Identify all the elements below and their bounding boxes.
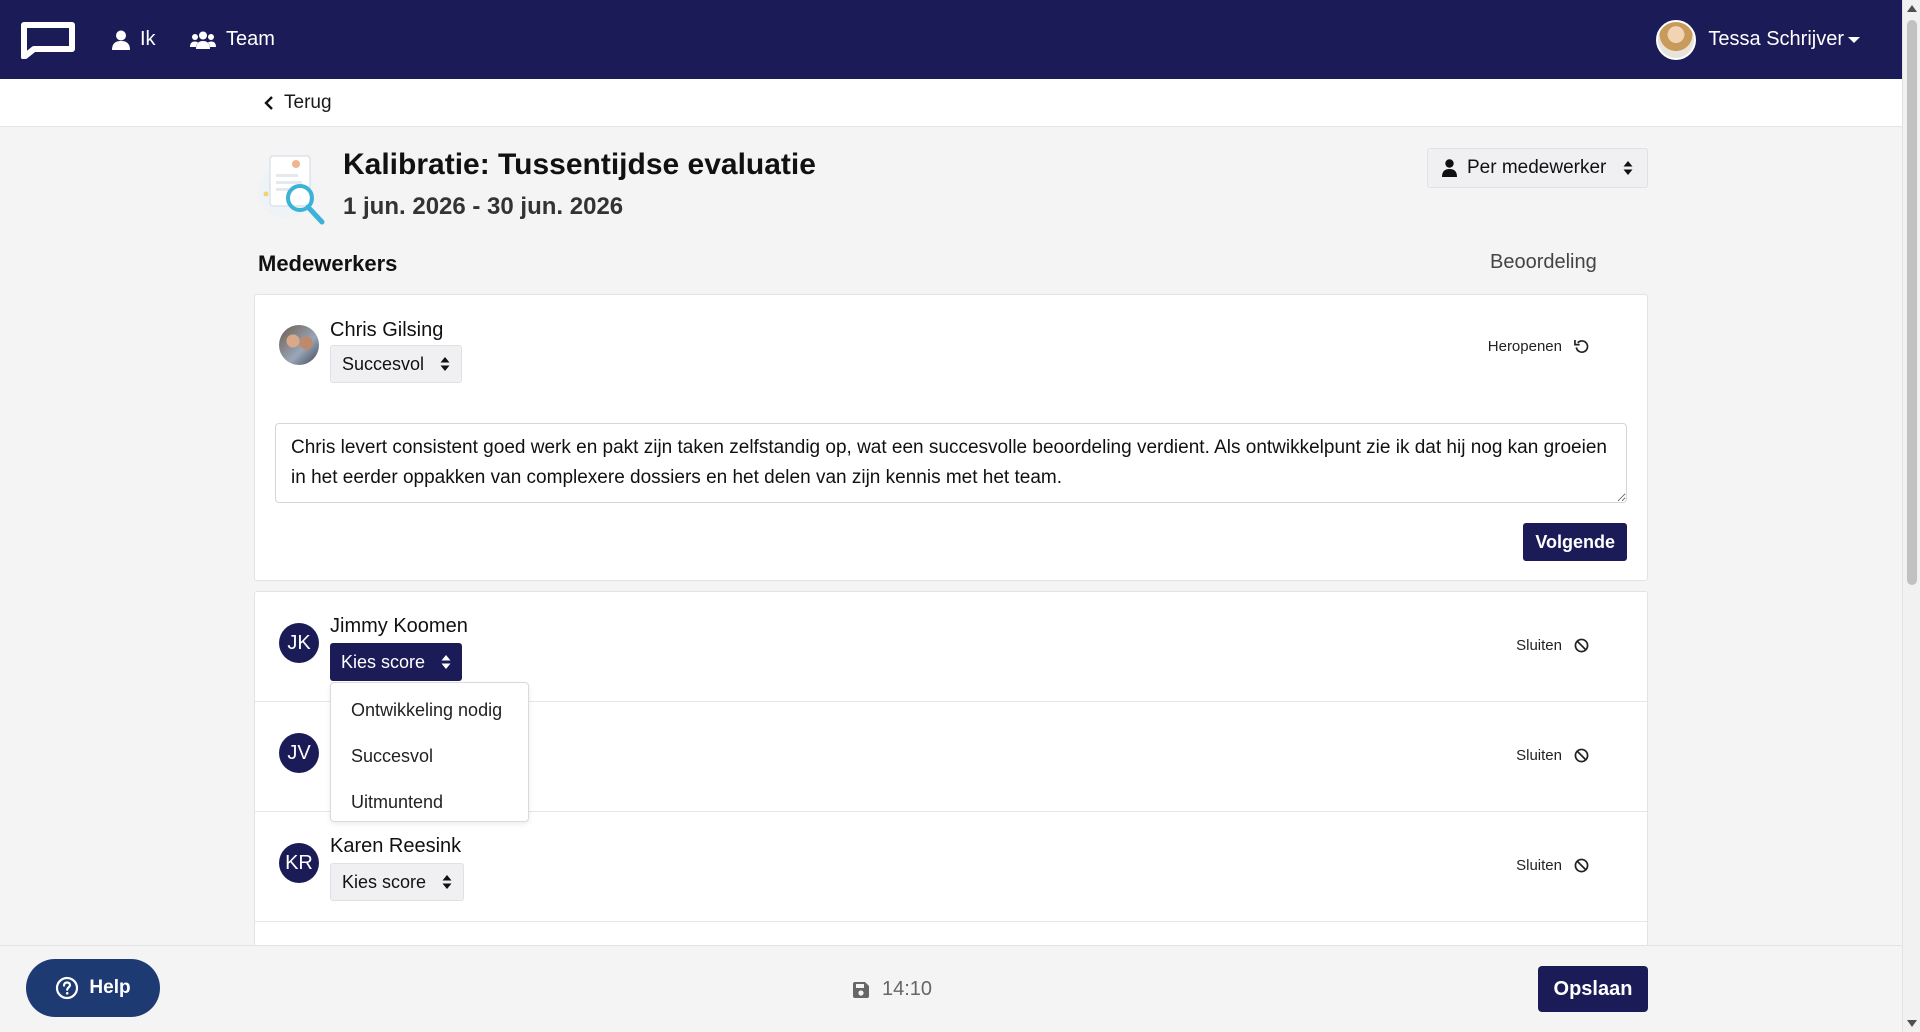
score-dropdown-menu: Ontwikkeling nodig Succesvol Uitmuntend [330,682,529,822]
nav-item-label: Team [226,28,275,50]
score-select[interactable]: Succesvol [330,345,463,383]
help-label: Help [89,977,131,998]
score-select-label: Succesvol [342,353,425,374]
sort-icon [441,655,451,669]
page-title: Kalibratie: Tussentijdse evaluatie [343,148,816,181]
top-navigation: Ik Team Tessa Schrijver [0,0,1902,79]
user-icon [1442,159,1457,177]
employee-name: Karen Reesink [330,835,462,857]
reopen-label: Heropenen [1487,338,1562,355]
score-select-label: Kies score [342,871,427,892]
view-mode-label: Per medewerker [1467,157,1607,178]
ban-icon [1574,858,1589,873]
section-title: Medewerkers [258,251,398,276]
user-menu[interactable]: Tessa Schrijver [1656,0,1860,79]
user-icon [112,30,130,50]
nav-item-label: Ik [140,28,156,50]
users-icon [190,31,216,49]
app-logo-icon[interactable] [18,19,78,59]
employee-name: Chris Gilsing [330,319,444,341]
view-mode-select[interactable]: Per medewerker [1427,148,1648,188]
avatar: JK [279,623,319,663]
nav-item-team[interactable]: Team [190,0,275,79]
saved-time: 14:10 [882,978,933,1000]
close-label: Sluiten [1516,747,1562,764]
user-name: Tessa Schrijver [1708,28,1844,50]
sort-icon [440,357,450,371]
period-dates: 1 jun. 2026 - 30 jun. 2026 [343,193,624,220]
chevron-left-icon [264,96,273,110]
dropdown-option-ontwikkeling-nodig[interactable]: Ontwikkeling nodig [331,687,528,733]
dropdown-option-succesvol[interactable]: Succesvol [331,733,528,779]
close-label: Sluiten [1516,637,1562,654]
avatar: JV [279,733,319,773]
avatar: KR [279,843,319,883]
evaluation-document-icon [258,155,325,225]
sort-icon [442,875,452,889]
save-status: 14:10 [852,946,932,1032]
next-button[interactable]: Volgende [1523,523,1627,561]
scroll-down-icon[interactable] [1907,1020,1917,1027]
score-select[interactable]: Kies score [330,863,465,901]
reopen-button[interactable]: Heropenen [1488,338,1589,355]
help-button[interactable]: Help [26,959,160,1017]
footer-bar: Help 14:10 Opslaan [0,945,1902,1032]
sort-icon [1623,161,1633,175]
employee-name: Jimmy Koomen [330,615,468,637]
employee-card-expanded: Chris Gilsing Succesvol Heropenen Chris … [254,294,1648,581]
close-label: Sluiten [1516,857,1562,874]
back-link[interactable]: Terug [264,79,332,127]
scroll-up-icon[interactable] [1907,5,1917,12]
question-circle-icon [56,976,79,1000]
back-label: Terug [284,92,332,113]
floppy-disk-icon [853,981,869,998]
back-bar: Terug [0,79,1902,127]
nav-item-ik[interactable]: Ik [112,0,156,79]
score-select[interactable]: Kies score [330,643,463,681]
page-scrollbar[interactable] [1902,0,1920,1032]
undo-icon [1574,339,1589,354]
comment-textarea[interactable]: Chris levert consistent goed werk en pak… [275,423,1627,503]
close-button[interactable]: Sluiten [1516,747,1589,764]
dropdown-option-uitmuntend[interactable]: Uitmuntend [331,779,528,825]
save-button[interactable]: Opslaan [1538,966,1648,1012]
table-row: KR Karen Reesink Kies score Sluiten [255,812,1647,922]
avatar [279,325,319,365]
scroll-thumb[interactable] [1907,20,1917,585]
ban-icon [1574,638,1589,653]
caret-down-icon [1848,36,1860,43]
close-button[interactable]: Sluiten [1516,637,1589,654]
user-avatar [1656,19,1697,60]
close-button[interactable]: Sluiten [1516,857,1589,874]
column-header-beoordeling: Beoordeling [1490,251,1597,273]
ban-icon [1574,748,1589,763]
score-select-label: Kies score [341,651,426,672]
